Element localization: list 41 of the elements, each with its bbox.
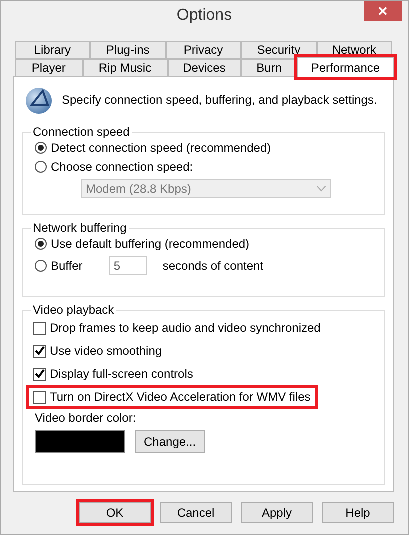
window-title: Options (176, 7, 232, 25)
checkbox[interactable] (33, 368, 46, 380)
intro-text: Specify connection speed, buffering, and playback settings. (62, 93, 378, 107)
tab[interactable]: Player (15, 59, 83, 77)
radio-label: Buffer (51, 258, 83, 272)
radio-button[interactable] (35, 161, 47, 173)
checkmark-icon (34, 369, 44, 379)
group-title: Connection speed (32, 125, 131, 139)
checkbox-label: Drop frames to keep audio and video synchronized (50, 321, 321, 335)
checkbox[interactable] (33, 322, 46, 334)
checkbox[interactable] (33, 390, 46, 404)
checkbox-label: Use video smoothing (50, 344, 162, 358)
radio-label: Detect connection speed (recommended) (51, 141, 272, 155)
group-title: Network buffering (32, 221, 128, 235)
dialog-button[interactable]: Apply (241, 502, 313, 523)
checkmark-icon (34, 346, 44, 356)
radio-label: Choose connection speed: (51, 160, 194, 174)
tab[interactable]: Library (15, 41, 90, 59)
tab[interactable]: Devices (168, 59, 242, 77)
close-button[interactable]: ✕ (364, 1, 402, 21)
dialog-button[interactable]: Cancel (160, 502, 232, 523)
change-button[interactable]: Change... (135, 430, 206, 453)
radio-button[interactable] (35, 238, 47, 250)
radio-button[interactable] (35, 260, 47, 272)
border-color-label: Video border color: (35, 411, 138, 425)
tab[interactable]: Rip Music (82, 59, 168, 77)
tab[interactable]: Security (241, 41, 317, 59)
tab[interactable]: Privacy (166, 41, 242, 59)
tab[interactable]: Plug-ins (90, 41, 166, 59)
radio-button[interactable] (35, 142, 47, 154)
buffer-input[interactable]: 5 (108, 256, 147, 275)
group-title: Video playback (32, 303, 116, 317)
checkbox[interactable] (33, 344, 46, 358)
buffer-unit-label: seconds of content (162, 258, 264, 272)
dialog-button[interactable]: OK (76, 499, 154, 526)
radio-label: Use default buffering (recommended) (51, 237, 250, 251)
tab[interactable]: Performance (297, 57, 394, 77)
performance-icon (24, 85, 54, 115)
dialog-button[interactable]: Help (322, 502, 394, 523)
checkbox-label: Turn on DirectX Video Acceleration for WMV files (50, 390, 311, 404)
checkbox-label: Display full-screen controls (50, 367, 194, 381)
